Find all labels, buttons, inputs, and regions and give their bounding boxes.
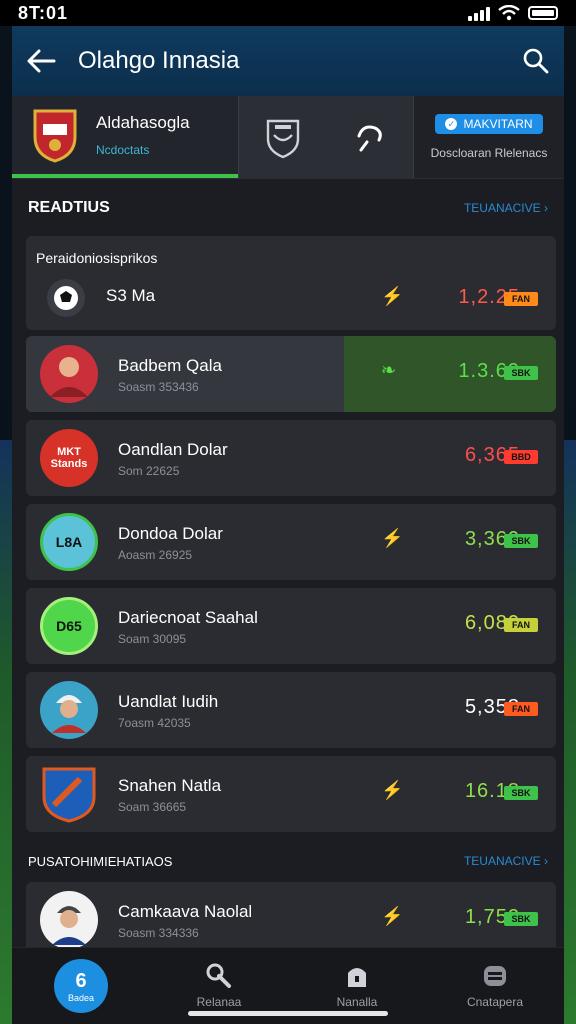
- soccer-ball-icon: [47, 279, 85, 317]
- section2-head: PUSATOHIMIEHATIAOS TEUANACIVE ›: [12, 838, 564, 884]
- flash-icon: ⚡: [381, 906, 404, 926]
- tools-icon: [206, 963, 231, 988]
- player-sub: 7oasm 42035: [118, 716, 191, 730]
- check-icon: ✓: [445, 118, 458, 130]
- maktivarn-button[interactable]: ✓ MAKVITARN: [435, 114, 543, 134]
- player-name: Dariecnoat Saahal: [118, 608, 258, 627]
- player-badge: BBD: [504, 450, 538, 464]
- nav-active-num: 6: [75, 969, 87, 992]
- list-item[interactable]: Snahen Natla Soam 36665 ⚡ 16.18 SBK: [26, 756, 556, 832]
- player-badge: FAN: [504, 702, 538, 716]
- status-icons: [468, 5, 558, 21]
- team-sub: Ncdoctats: [96, 143, 150, 157]
- first-row-name: S3 Ma: [106, 286, 156, 305]
- player-badge: SBK: [504, 786, 538, 800]
- flash-icon: ⚡: [381, 528, 404, 548]
- nav-active-label: Badea: [67, 992, 95, 1003]
- stack-icon: [484, 966, 506, 986]
- player-name: Oandlan Dolar: [118, 440, 228, 459]
- section-title: READTIUS: [28, 199, 110, 216]
- nav-label: Relanaa: [196, 995, 242, 1009]
- tabs-row: Aldahasogla Ncdoctats ✓ MAKVITARN Dosclo…: [12, 96, 564, 179]
- avatar: [40, 765, 98, 823]
- team-name: Aldahasogla: [96, 113, 190, 132]
- section2-title: PUSATOHIMIEHATIAOS: [28, 853, 173, 869]
- nav-active-button[interactable]: 6 Badea: [54, 959, 108, 1013]
- avatar: [40, 345, 98, 403]
- avatar: L8A: [40, 513, 98, 571]
- list-item[interactable]: MKT Stands Oandlan Dolar Som 22625 6,365…: [26, 420, 556, 496]
- player-badge: SBK: [504, 534, 538, 548]
- leaf-icon: ❧: [381, 360, 397, 380]
- whistle-icon[interactable]: [353, 120, 387, 154]
- tab-right: ✓ MAKVITARN Doscloaran Rlelenacs: [414, 96, 564, 178]
- flash-icon: ⚡: [381, 780, 404, 800]
- nav-item-nanalla[interactable]: Nanalla: [307, 963, 407, 1009]
- player-sub: Soasm 353436: [118, 380, 199, 394]
- search-icon[interactable]: [522, 47, 550, 75]
- status-time: 8T:01: [18, 2, 69, 23]
- list-item[interactable]: D65 Dariecnoat Saahal Soam 30095 6,080 F…: [26, 588, 556, 664]
- player-name: Badbem Qala: [118, 356, 222, 375]
- app-header: Olahgo Innasia: [12, 26, 564, 96]
- section-head: READTIUS TEUANACIVE ›: [12, 185, 564, 231]
- nav-item-active[interactable]: 6 Badea: [31, 959, 131, 1013]
- player-badge: SBK: [504, 366, 538, 380]
- list-item[interactable]: Uandlat Iudih 7oasm 42035 5,358 FAN: [26, 672, 556, 748]
- nav-item-relanaa[interactable]: Relanaa: [169, 963, 269, 1009]
- player-badge: SBK: [504, 912, 538, 926]
- player-sub: Soasm 334336: [118, 926, 199, 940]
- player-name: Dondoa Dolar: [118, 524, 223, 543]
- avatar: [40, 681, 98, 739]
- tab-mid: [238, 96, 414, 178]
- home-indicator: [188, 1011, 388, 1016]
- team-crest-icon: [33, 109, 77, 163]
- lock-icon: [348, 968, 366, 987]
- player-sub: Som 22625: [118, 464, 180, 478]
- player-name: Camkaava Naolal: [118, 902, 253, 921]
- player-sub: Aoasm 26925: [118, 548, 193, 562]
- maktivarn-button-label: MAKVITARN: [463, 117, 533, 131]
- signal-icon: [468, 5, 490, 21]
- section-link-label: TEUANACIVE: [463, 201, 541, 215]
- avatar: D65: [40, 597, 98, 655]
- nav-item-cnatapera[interactable]: Cnatapera: [445, 963, 545, 1009]
- section2-link-label: TEUANACIVE: [463, 854, 541, 868]
- stadium-background-right: [562, 440, 576, 1024]
- avatar: [40, 891, 98, 949]
- flash-icon: ⚡: [381, 286, 404, 306]
- tab-right-sub: Doscloaran Rlelenacs: [430, 146, 548, 160]
- group-card: Peraidoniosisprikos S3 Ma ⚡ 1,2.25 FAN: [26, 236, 556, 330]
- section-link[interactable]: TEUANACIVE ›: [464, 201, 548, 215]
- list-item[interactable]: L8A Dondoa Dolar Aoasm 26925 ⚡ 3,360 SBK: [26, 504, 556, 580]
- nav-label: Nanalla: [336, 995, 378, 1009]
- nav-label: Cnatapera: [466, 995, 524, 1009]
- tab-team[interactable]: Aldahasogla Ncdoctats: [12, 96, 238, 178]
- back-arrow-icon[interactable]: [26, 48, 56, 74]
- app-container: Olahgo Innasia Aldahasogla Ncdoctats ✓ M…: [12, 26, 564, 1024]
- section2-link[interactable]: TEUANACIVE ›: [464, 854, 548, 868]
- player-name: Uandlat Iudih: [118, 692, 219, 711]
- list-item[interactable]: Badbem Qala Soasm 353436 ❧ 1.3.69 SBK: [26, 336, 556, 412]
- player-name: Snahen Natla: [118, 776, 222, 795]
- page-title: Olahgo Innasia: [78, 47, 240, 74]
- group-label: Peraidoniosisprikos: [36, 250, 158, 266]
- bottom-nav: 6 Badea Relanaa Nanalla Cnatapera: [12, 947, 564, 1024]
- avatar: MKT Stands: [40, 429, 98, 487]
- shield-logo-icon[interactable]: [265, 115, 301, 159]
- battery-icon: [528, 6, 558, 20]
- status-bar: 8T:01: [0, 0, 576, 26]
- player-badge: FAN: [504, 618, 538, 632]
- first-row-badge: FAN: [504, 292, 538, 306]
- wifi-icon: [498, 5, 520, 21]
- player-sub: Soam 36665: [118, 800, 187, 814]
- player-sub: Soam 30095: [118, 632, 187, 646]
